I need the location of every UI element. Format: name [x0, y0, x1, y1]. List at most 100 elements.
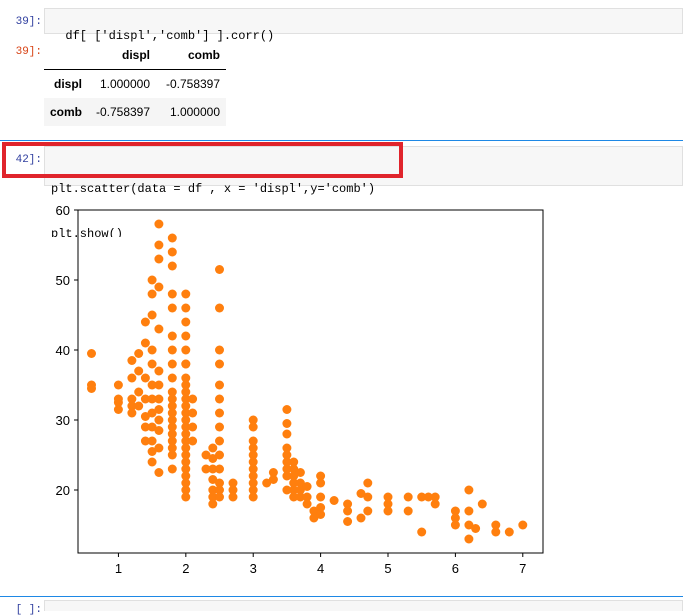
scatter-point [215, 464, 224, 474]
scatter-point [363, 492, 373, 502]
scatter-point [134, 401, 144, 411]
scatter-point [147, 359, 157, 369]
scatter-point [167, 373, 177, 383]
scatter-point [363, 478, 373, 488]
scatter-point [147, 436, 157, 446]
scatter-point [147, 345, 157, 355]
x-tick-label: 7 [519, 561, 526, 576]
scatter-point [167, 331, 177, 341]
scatter-point [215, 265, 224, 274]
scatter-plot: 1 2 3 4 5 6 7 20 30 40 50 60 [56, 203, 544, 576]
table-row: displ 1.000000 -0.758397 [44, 70, 226, 99]
scatter-point [113, 380, 123, 390]
scatter-point [215, 380, 224, 390]
scatter-point [302, 499, 312, 509]
scatter-point [181, 317, 191, 327]
scatter-point [181, 345, 191, 355]
scatter-point [154, 468, 164, 477]
scatter-point [430, 499, 440, 509]
scatter-point [215, 303, 224, 313]
table-row: comb -0.758397 1.000000 [44, 98, 227, 126]
scatter-point [134, 387, 144, 397]
x-tick-label: 4 [317, 561, 324, 576]
cell-separator-bottom [0, 596, 683, 597]
scatter-point [464, 534, 474, 544]
scatter-point [248, 492, 258, 502]
scatter-point [188, 394, 198, 404]
scatter-point [282, 419, 292, 428]
scatter-point [147, 289, 157, 299]
index-header [44, 41, 89, 70]
y-tick-label: 60 [56, 203, 70, 218]
y-tick-label: 40 [56, 343, 70, 358]
scatter-point [181, 492, 191, 502]
scatter-point [417, 527, 427, 537]
scatter-point [167, 303, 177, 313]
scatter-point [134, 366, 144, 376]
scatter-point [154, 324, 164, 334]
scatter-point [167, 247, 177, 257]
scatter-point [167, 464, 177, 474]
scatter-point [87, 384, 96, 393]
scatter-point [282, 429, 292, 439]
scatter-point [140, 338, 150, 348]
scatter-point [154, 240, 164, 250]
scatter-point [215, 422, 224, 432]
column-header: comb [156, 41, 227, 70]
scatter-point [215, 345, 224, 355]
scatter-point [154, 415, 164, 425]
scatter-point [403, 506, 413, 516]
scatter-point [140, 373, 150, 383]
scatter-point [343, 506, 353, 516]
scatter-point [316, 510, 326, 519]
x-tick-label: 3 [250, 561, 257, 576]
x-tick-label: 5 [384, 561, 391, 576]
scatter-point [188, 408, 198, 418]
code-cell-scatter[interactable]: plt.scatter(data = df , x = 'displ',y='c… [44, 146, 683, 237]
scatter-point [302, 482, 312, 491]
scatter-point [248, 422, 258, 432]
row-index: displ [54, 77, 83, 91]
scatter-point [167, 233, 177, 243]
scatter-point [167, 261, 177, 271]
scatter-point [154, 380, 164, 390]
scatter-point [491, 527, 501, 537]
cell-separator [0, 140, 683, 141]
scatter-point [181, 289, 191, 299]
scatter-point [282, 405, 292, 414]
scatter-point [363, 506, 373, 516]
scatter-point [477, 499, 487, 509]
scatter-point [154, 394, 164, 404]
column-header: displ [88, 41, 157, 70]
scatter-point [188, 422, 198, 432]
x-tick-label: 2 [182, 561, 189, 576]
scatter-point [127, 373, 137, 383]
scatter-point [383, 506, 393, 516]
scatter-point [295, 468, 305, 477]
scatter-point [228, 492, 238, 502]
scatter-point [518, 520, 528, 530]
scatter-point [154, 405, 164, 414]
empty-code-cell[interactable] [44, 600, 683, 611]
table-cell: -0.758397 [95, 105, 151, 119]
scatter-point [464, 485, 474, 495]
scatter-point [215, 436, 224, 446]
scatter-point [268, 475, 278, 484]
scatter-point [471, 524, 481, 533]
scatter-point [215, 394, 224, 404]
scatter-point [113, 398, 123, 407]
scatter-point [140, 317, 150, 327]
scatter-point [167, 359, 177, 369]
correlation-table: displ comb displ 1.000000 -0.758397 comb… [44, 41, 227, 126]
scatter-point [167, 289, 177, 299]
scatter-point [127, 356, 137, 365]
scatter-point [87, 349, 96, 358]
code-cell-corr[interactable]: df[ ['displ','comb'] ].corr() [44, 8, 683, 43]
scatter-point [188, 436, 198, 446]
table-header-row: displ comb [44, 41, 227, 70]
table-cell: 1.000000 [99, 77, 151, 91]
table-cell: 1.000000 [169, 105, 221, 119]
scatter-point [504, 527, 514, 537]
x-tick-label: 6 [452, 561, 459, 576]
input-prompt: [ ]: [15, 604, 42, 616]
